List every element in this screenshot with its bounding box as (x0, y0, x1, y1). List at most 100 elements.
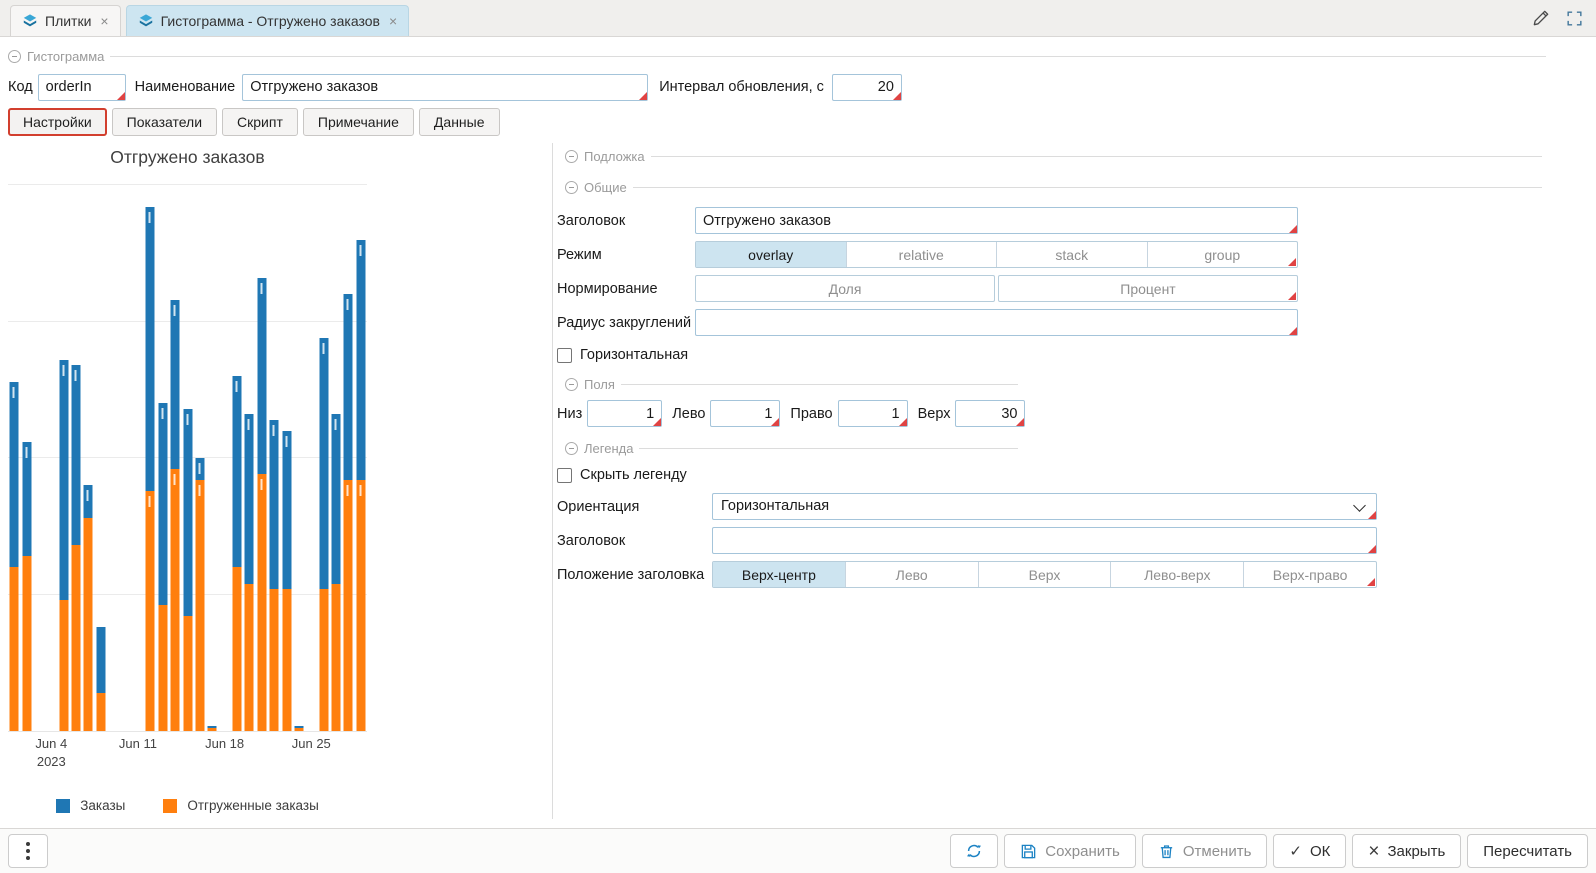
margin-right-label: Право (790, 406, 832, 422)
collapse-icon[interactable] (565, 181, 578, 194)
panel-divider (552, 143, 553, 819)
chart-title-input[interactable] (695, 207, 1298, 234)
group-label: Гистограмма (27, 49, 104, 64)
x-tick-label: Jun 25 (273, 735, 349, 753)
doc-tab-label: Гистограмма - Отгружено заказов (161, 13, 380, 29)
tab-settings[interactable]: Настройки (8, 108, 107, 136)
tabstrip: Настройки Показатели Скрипт Примечание Д… (8, 108, 500, 136)
row-horizontal: Горизонтальная (557, 347, 1588, 363)
tiles-icon (138, 13, 154, 29)
title-position-left-top[interactable]: Лево-верх (1111, 562, 1244, 587)
mode-option-relative[interactable]: relative (847, 242, 998, 267)
chart-bar-shipped (10, 567, 19, 731)
radius-input[interactable] (695, 309, 1298, 336)
chart-preview: Отгружено заказов Jun 42023Jun 11Jun 18J… (8, 143, 367, 819)
collapse-icon[interactable] (565, 150, 578, 163)
row-legend-title: Заголовок (557, 527, 1588, 554)
title-position-segmented: Верх-центр Лево Верх Лево-верх Верх-прав… (712, 561, 1377, 588)
legend-label-orders[interactable]: Заказы (80, 798, 125, 813)
chart-bar-shipped (282, 589, 291, 731)
row-orientation: Ориентация Горизонтальная (557, 493, 1588, 520)
document-tabbar: Плитки × Гистограмма - Отгружено заказов… (0, 0, 1596, 37)
chart-bar-shipped (22, 556, 31, 731)
collapse-icon[interactable] (565, 442, 578, 455)
menu-button[interactable] (8, 834, 48, 868)
title-position-label: Положение заголовка (557, 567, 712, 583)
tab-data[interactable]: Данные (419, 108, 500, 136)
legend-swatch-shipped[interactable] (163, 799, 177, 813)
chart-bar-shipped (195, 480, 204, 731)
chart-bar-shipped (72, 545, 81, 731)
tab-indicators[interactable]: Показатели (112, 108, 217, 136)
hide-legend-checkbox[interactable] (557, 468, 572, 483)
gridline (8, 184, 367, 185)
collapse-icon[interactable] (8, 50, 21, 63)
mode-option-stack[interactable]: stack (997, 242, 1148, 267)
title-position-top[interactable]: Верх (979, 562, 1112, 587)
close-tab-icon[interactable]: × (100, 13, 108, 29)
edit-pencil-icon[interactable] (1531, 8, 1551, 28)
x-tick-label: Jun 11 (100, 735, 176, 753)
chart-bar-shipped (245, 584, 254, 731)
row-margins: Низ Лево Право Верх (557, 400, 1588, 427)
interval-input[interactable] (832, 74, 902, 101)
margin-right-input[interactable] (838, 400, 908, 427)
legend-title-input[interactable] (712, 527, 1377, 554)
orientation-select[interactable]: Горизонтальная (712, 493, 1377, 520)
tab-note[interactable]: Примечание (303, 108, 414, 136)
ok-button[interactable]: ✓ ОК (1273, 834, 1346, 868)
chart-bar-shipped (356, 480, 365, 731)
legend-swatch-orders[interactable] (56, 799, 70, 813)
cancel-button[interactable]: Отменить (1142, 834, 1268, 868)
chart-bar-shipped (171, 469, 180, 731)
doc-tab-tiles[interactable]: Плитки × (10, 5, 121, 36)
chart-bar-shipped (59, 600, 68, 731)
row-title-position: Положение заголовка Верх-центр Лево Верх… (557, 561, 1588, 588)
close-tab-icon[interactable]: × (389, 13, 397, 29)
settings-panel: Подложка Общие Заголовок Режим overlay r… (557, 143, 1588, 588)
tab-script[interactable]: Скрипт (222, 108, 298, 136)
name-input[interactable] (242, 74, 648, 101)
mode-segmented: overlay relative stack group (695, 241, 1298, 268)
margin-top-input[interactable] (955, 400, 1025, 427)
mode-option-overlay[interactable]: overlay (696, 242, 847, 267)
fullscreen-icon[interactable] (1565, 9, 1584, 28)
mode-option-group[interactable]: group (1148, 242, 1298, 267)
title-position-top-center[interactable]: Верх-центр (713, 562, 846, 587)
title-position-left[interactable]: Лево (846, 562, 979, 587)
margin-left-input[interactable] (710, 400, 780, 427)
legend-rule (110, 56, 1546, 57)
recalculate-button[interactable]: Пересчитать (1467, 834, 1588, 868)
check-icon: ✓ (1289, 842, 1302, 860)
code-input[interactable] (38, 74, 126, 101)
chart-bar-shipped (233, 567, 242, 731)
collapse-icon[interactable] (565, 378, 578, 391)
chart-bar-shipped (319, 589, 328, 731)
normalization-label: Нормирование (557, 281, 695, 297)
interval-label: Интервал обновления, с (659, 79, 824, 95)
title-position-top-right[interactable]: Верх-право (1244, 562, 1376, 587)
chart-title: Отгружено заказов (8, 147, 367, 168)
refresh-button[interactable] (950, 834, 998, 868)
footer-actions: Сохранить Отменить ✓ ОК × Закрыть Пересч… (950, 834, 1588, 868)
chart-bar-shipped (344, 480, 353, 731)
doc-tab-histogram[interactable]: Гистограмма - Отгружено заказов × (126, 5, 410, 36)
orientation-label: Ориентация (557, 499, 712, 515)
normalization-percent-button[interactable]: Процент (998, 275, 1298, 302)
row-chart-title: Заголовок (557, 207, 1588, 234)
save-button[interactable]: Сохранить (1004, 834, 1136, 868)
refresh-icon (965, 842, 983, 860)
name-label: Наименование (135, 79, 236, 95)
close-button[interactable]: × Закрыть (1352, 834, 1461, 868)
legend-label-shipped[interactable]: Отгруженные заказы (187, 798, 318, 813)
row-normalization: Нормирование Доля Процент (557, 275, 1588, 302)
chart-bar-shipped (158, 605, 167, 731)
margin-bottom-input[interactable] (587, 400, 662, 427)
chart-title-label: Заголовок (557, 213, 695, 229)
close-icon: × (1368, 842, 1379, 861)
hide-legend-label: Скрыть легенду (580, 467, 687, 483)
horizontal-checkbox[interactable] (557, 348, 572, 363)
chart-bar-shipped (270, 589, 279, 731)
x-tick-label: Jun 42023 (13, 735, 89, 771)
normalization-share-button[interactable]: Доля (695, 275, 995, 302)
